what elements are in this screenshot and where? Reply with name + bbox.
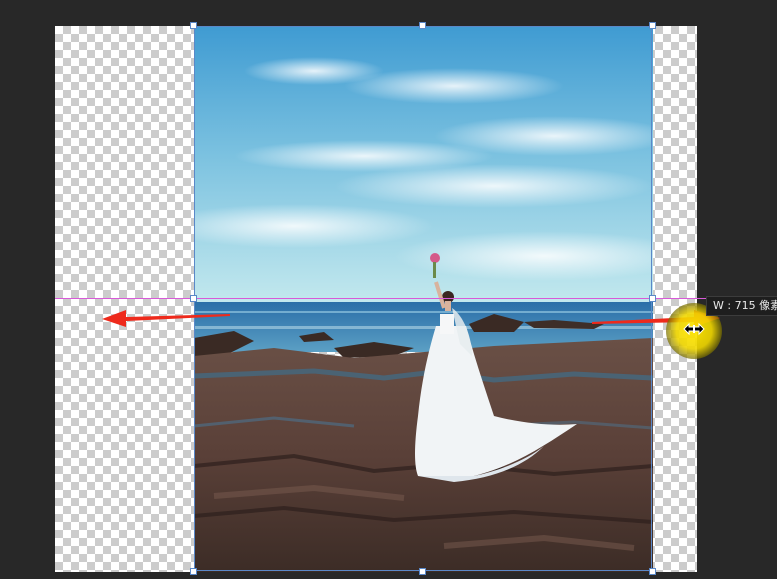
transform-handle-middle-left[interactable] — [190, 295, 197, 302]
dimension-tooltip: W : 715 像素 — [706, 296, 777, 316]
transform-handle-bottom-right[interactable] — [649, 568, 656, 575]
resize-horizontal-cursor-icon — [683, 322, 705, 336]
transform-handle-top-right[interactable] — [649, 22, 656, 29]
transform-handle-bottom-left[interactable] — [190, 568, 197, 575]
photo-image — [194, 26, 653, 572]
left-arrow-annotation — [102, 310, 230, 327]
workspace: W : 715 像素 — [0, 0, 777, 579]
smart-guide-line — [55, 298, 777, 299]
transform-handle-top-left[interactable] — [190, 22, 197, 29]
transform-handle-bottom-center[interactable] — [419, 568, 426, 575]
transform-handle-top-center[interactable] — [419, 22, 426, 29]
photo-layer[interactable] — [194, 26, 653, 572]
transform-handle-middle-right[interactable] — [649, 295, 656, 302]
